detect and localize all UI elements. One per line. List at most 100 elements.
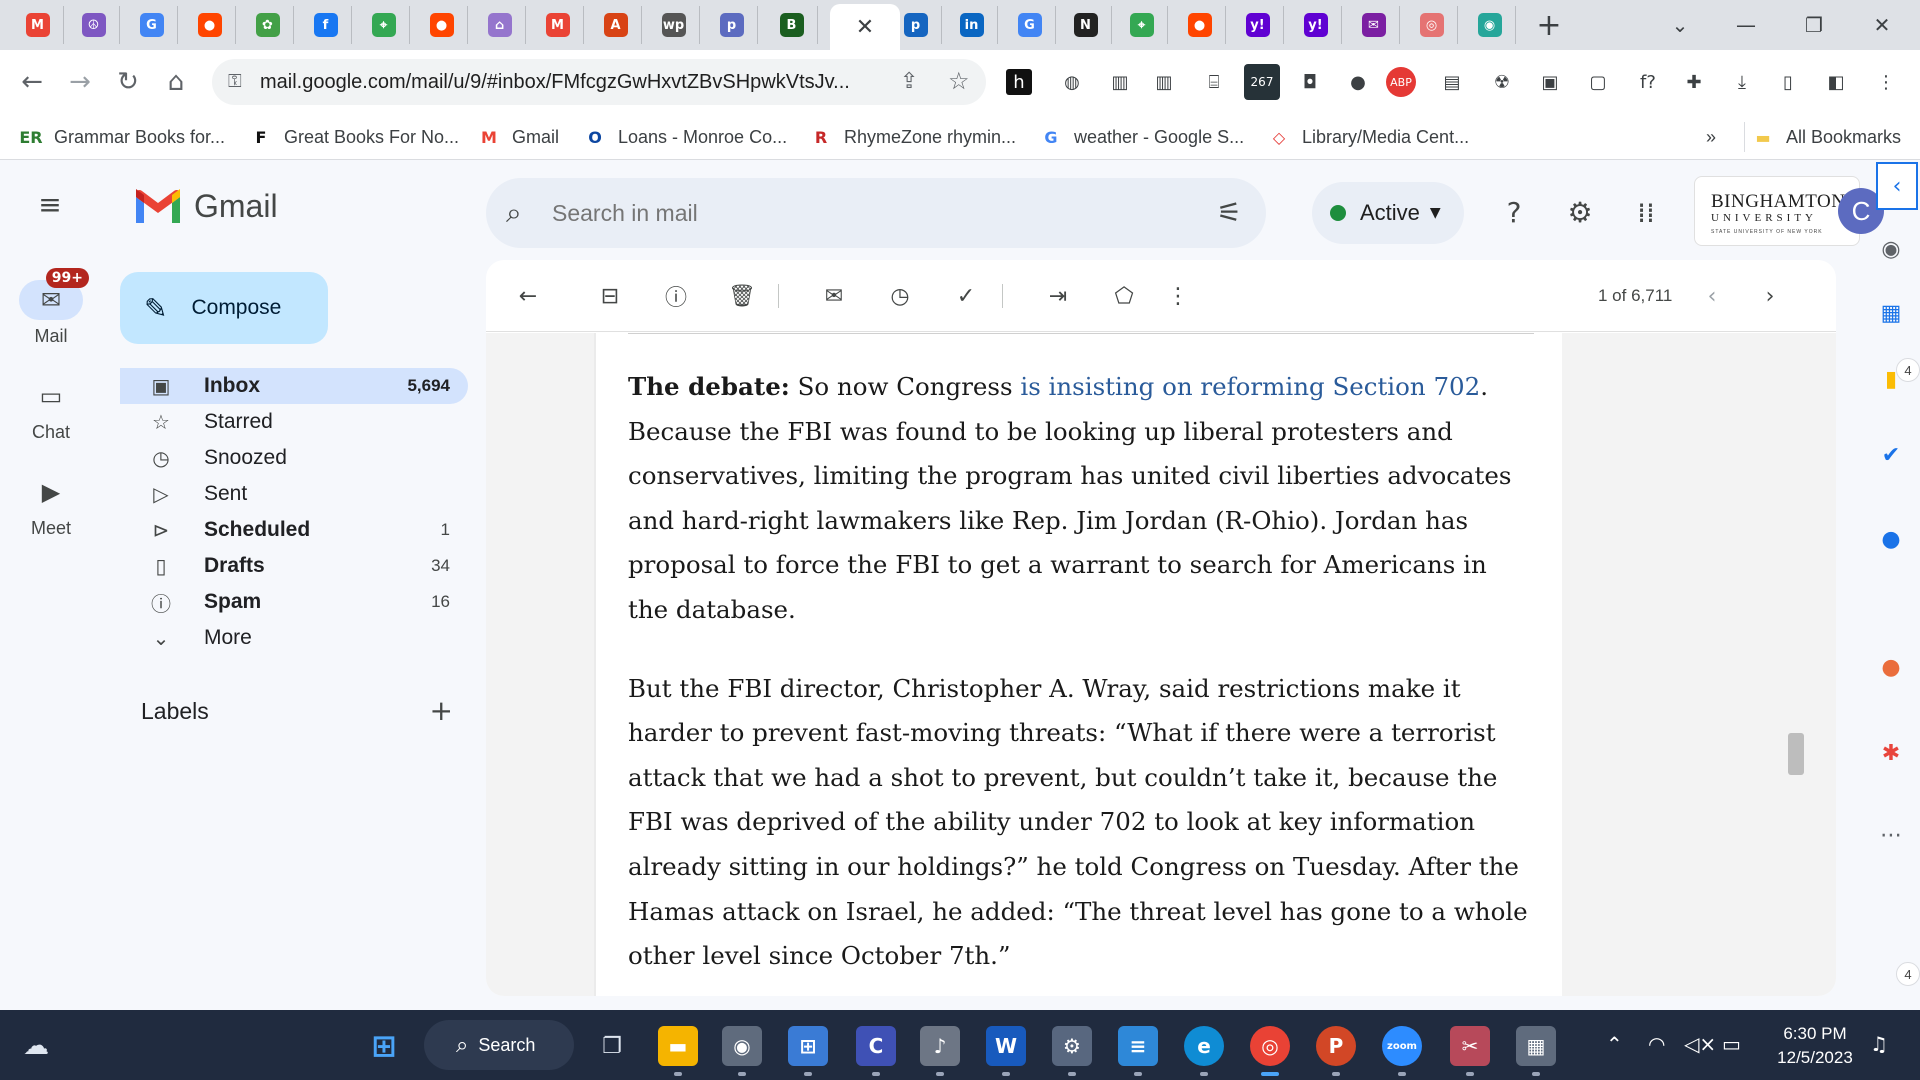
- restore-button[interactable]: ❐: [1784, 6, 1844, 44]
- help-icon[interactable]: ?: [1492, 190, 1536, 234]
- settings-icon[interactable]: ⚙: [1052, 1026, 1092, 1066]
- browser-tab[interactable]: A: [590, 6, 642, 44]
- nav-item-snoozed[interactable]: ◷ Snoozed: [120, 440, 468, 476]
- bookmark-star-icon[interactable]: ☆: [948, 67, 970, 95]
- asterisk-icon[interactable]: ✱: [1872, 734, 1910, 772]
- browser-tab[interactable]: N: [1060, 6, 1112, 44]
- browser-tab[interactable]: in: [946, 6, 998, 44]
- rail-mail[interactable]: ✉ 99+ Mail: [10, 268, 92, 347]
- section-702-link[interactable]: is insisting on reforming Section 702: [1020, 372, 1480, 401]
- browser-tab[interactable]: ⌖: [358, 6, 410, 44]
- bookmark-item[interactable]: O Loans - Monroe Co...: [584, 124, 787, 150]
- tray-chevron-icon[interactable]: ⌃: [1606, 1032, 1623, 1056]
- system-clock[interactable]: 6:30 PM 12/5/2023: [1760, 1022, 1870, 1070]
- edge-icon[interactable]: e: [1184, 1026, 1224, 1066]
- address-bar[interactable]: ⚿ mail.google.com/mail/u/9/#inbox/FMfcgz…: [212, 59, 986, 105]
- red-ext-icon[interactable]: ▣: [1532, 64, 1568, 100]
- bookmark-item[interactable]: ER Grammar Books for...: [19, 124, 225, 150]
- browser-tab[interactable]: ✿: [242, 6, 294, 44]
- addon-icon[interactable]: ●: [1872, 648, 1910, 686]
- newer-chevron-icon[interactable]: ‹: [1694, 278, 1730, 314]
- browser-tab[interactable]: wp: [648, 6, 700, 44]
- weather-cloud-icon[interactable]: ☁: [16, 1026, 56, 1066]
- search-input[interactable]: [552, 198, 1152, 228]
- close-icon[interactable]: ✕: [853, 15, 877, 40]
- collapse-panel-icon[interactable]: ‹: [1876, 162, 1918, 210]
- report-spam-icon[interactable]: ⓘ: [658, 278, 694, 314]
- add-label-icon[interactable]: +: [430, 694, 453, 727]
- calendar-icon[interactable]: ▦: [1872, 294, 1910, 332]
- all-bookmarks-button[interactable]: ▬ All Bookmarks: [1752, 124, 1901, 150]
- rail-chat[interactable]: ▭ Chat: [10, 376, 92, 443]
- calendar-ext-icon[interactable]: 267: [1244, 64, 1280, 100]
- search-icon[interactable]: ⌕: [506, 196, 540, 230]
- older-chevron-icon[interactable]: ›: [1752, 278, 1788, 314]
- browser-tab[interactable]: y!: [1290, 6, 1342, 44]
- tasks-icon[interactable]: ✔: [1872, 436, 1910, 474]
- back-arrow-icon[interactable]: ←: [12, 62, 52, 102]
- more-addons-icon[interactable]: ⋯: [1872, 816, 1910, 854]
- share-icon[interactable]: ⇪: [900, 69, 918, 94]
- browser-tab[interactable]: ●: [416, 6, 468, 44]
- bookmark-item[interactable]: Gweather - Google S...: [1040, 124, 1244, 150]
- bookmark-item[interactable]: ◇ Library/Media Cent...: [1268, 124, 1469, 150]
- move-to-icon[interactable]: ⇥: [1040, 278, 1076, 314]
- search-bar[interactable]: ⌕ ⚟: [486, 178, 1266, 248]
- save-ext-icon[interactable]: ▢: [1580, 64, 1616, 100]
- notification-bell-icon[interactable]: ♫: [1870, 1032, 1888, 1056]
- tray-ext-icon[interactable]: ▤: [1434, 64, 1470, 100]
- puzzle-icon[interactable]: ✚: [1676, 64, 1712, 100]
- file-explorer-icon[interactable]: ▬: [658, 1026, 698, 1066]
- browser-tab[interactable]: p: [890, 6, 942, 44]
- browser-tab[interactable]: G: [126, 6, 178, 44]
- rail-meet[interactable]: ▶ Meet: [10, 472, 92, 539]
- search-options-icon[interactable]: ⚟: [1217, 196, 1242, 229]
- sidepanel-icon[interactable]: ▯: [1770, 64, 1806, 100]
- download-icon[interactable]: ⤓: [1724, 64, 1760, 100]
- globe-ext-icon[interactable]: ◍: [1054, 64, 1090, 100]
- home-icon[interactable]: ⌂: [156, 62, 196, 102]
- browser-tab[interactable]: ●: [1174, 6, 1226, 44]
- add-task-icon[interactable]: ✓: [948, 278, 984, 314]
- new-tab-button[interactable]: +: [1528, 7, 1570, 43]
- nav-item-more[interactable]: ⌄ More: [120, 620, 468, 656]
- nav-item-inbox[interactable]: ▣ Inbox 5,694: [120, 368, 468, 404]
- url-text[interactable]: mail.google.com/mail/u/9/#inbox/FMfcgzGw…: [260, 71, 880, 94]
- camera-ext-icon[interactable]: ◘: [1292, 64, 1328, 100]
- browser-tab[interactable]: ☮: [68, 6, 120, 44]
- organization-logo[interactable]: BINGHAMTON UNIVERSITY STATE UNIVERSITY O…: [1694, 176, 1860, 246]
- snipping-icon[interactable]: ✂: [1450, 1026, 1490, 1066]
- mark-unread-icon[interactable]: ✉: [816, 278, 852, 314]
- microphone-icon[interactable]: ♪: [920, 1026, 960, 1066]
- radiation-ext-icon[interactable]: ☢: [1484, 64, 1520, 100]
- battery-icon[interactable]: ▭: [1722, 1032, 1741, 1056]
- browser-tab[interactable]: ⌂: [474, 6, 526, 44]
- powerpoint-icon[interactable]: P: [1316, 1026, 1356, 1066]
- tab-search-chevron-icon[interactable]: ⌄: [1650, 6, 1710, 44]
- label-icon[interactable]: ⬠: [1106, 278, 1142, 314]
- gmail-logo[interactable]: Gmail: [134, 188, 278, 225]
- adblock-ext-icon[interactable]: ABP: [1386, 67, 1416, 97]
- bookmark-item[interactable]: M Gmail: [478, 124, 559, 150]
- browser-tab[interactable]: p: [706, 6, 758, 44]
- site-info-icon[interactable]: ⚿: [228, 71, 242, 92]
- menu-icon[interactable]: ⋮: [1868, 64, 1904, 100]
- browser-tab[interactable]: ◎: [1406, 6, 1458, 44]
- nav-item-starred[interactable]: ☆ Starred: [120, 404, 468, 440]
- chrome-icon[interactable]: ◎: [1250, 1026, 1290, 1066]
- calculator-icon[interactable]: ▦: [1516, 1026, 1556, 1066]
- notepad-icon[interactable]: ≡: [1118, 1026, 1158, 1066]
- browser-tab[interactable]: M: [12, 6, 64, 44]
- archive-icon[interactable]: ⊟: [592, 278, 628, 314]
- reload-icon[interactable]: ↻: [108, 62, 148, 102]
- contacts-icon[interactable]: ●: [1872, 520, 1910, 558]
- more-actions-icon[interactable]: ⋮: [1160, 278, 1196, 314]
- browser-tab[interactable]: ✉: [1348, 6, 1400, 44]
- wifi-icon[interactable]: ◠: [1648, 1032, 1665, 1056]
- zoom-icon[interactable]: zoom: [1382, 1026, 1422, 1066]
- browser-tab[interactable]: M: [532, 6, 584, 44]
- task-view-icon[interactable]: ❐: [592, 1026, 632, 1066]
- browser-tab[interactable]: f: [300, 6, 352, 44]
- bank-ext-icon[interactable]: ⌸: [1196, 64, 1232, 100]
- browser-tab[interactable]: G: [1004, 6, 1056, 44]
